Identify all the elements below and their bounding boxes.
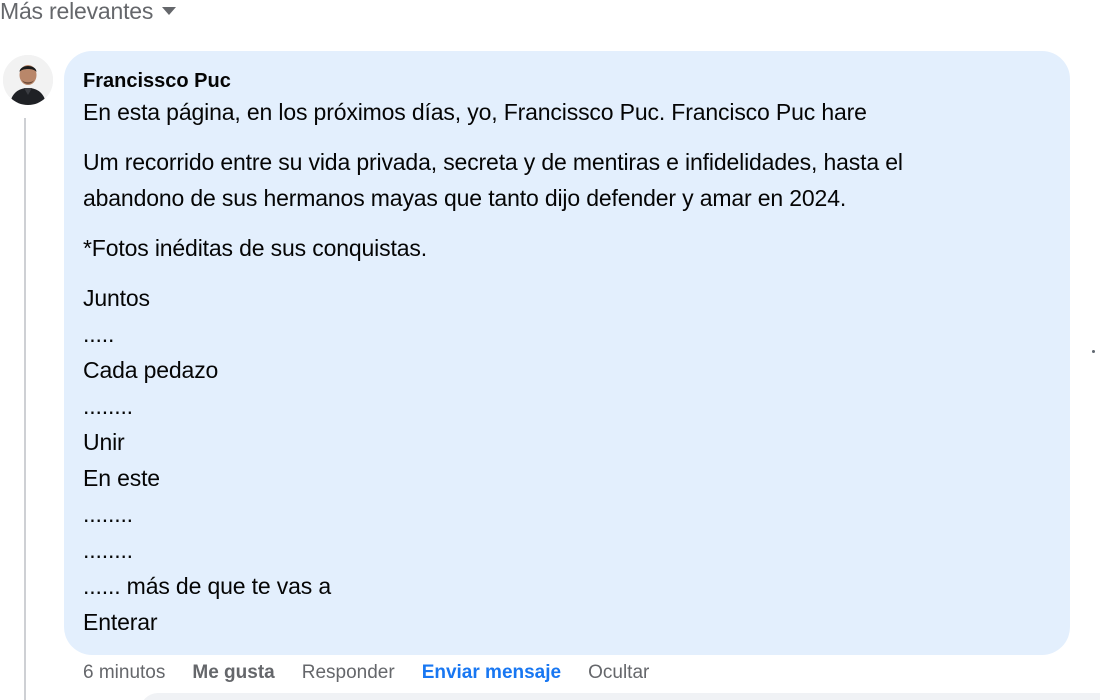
comment-line: ..... (83, 321, 115, 347)
comment-line: ........ (83, 393, 133, 419)
comment-line: abandono de sus hermanos mayas que tanto… (83, 185, 847, 211)
comment-line: En este (83, 465, 160, 491)
comment-paragraph: En esta página, en los próximos días, yo… (83, 94, 1050, 130)
thread-line (24, 118, 26, 700)
comment-line: En esta página, en los próximos días, yo… (83, 99, 867, 125)
avatar[interactable] (3, 55, 53, 105)
comment-line: Juntos (83, 285, 150, 311)
comment-timestamp[interactable]: 6 minutos (83, 662, 165, 684)
comment-line: ...... más de que te vas a (83, 573, 331, 599)
sort-label: Más relevantes (0, 0, 154, 24)
comment-paragraph: *Fotos inéditas de sus conquistas. (83, 230, 1050, 266)
comment-line: Cada pedazo (83, 357, 219, 383)
dot-marker (1092, 350, 1095, 353)
comment-body: En esta página, en los próximos días, yo… (83, 94, 1050, 640)
comment-paragraph: Juntos ..... Cada pedazo ........ Unir E… (83, 280, 1050, 640)
like-button[interactable]: Me gusta (192, 662, 274, 684)
send-message-button[interactable]: Enviar mensaje (422, 662, 561, 684)
comment-author[interactable]: Francissco Puc (83, 68, 231, 94)
hide-button[interactable]: Ocultar (588, 662, 649, 684)
caret-down-icon (161, 6, 177, 16)
comment-actions: 6 minutos Me gusta Responder Enviar mens… (83, 658, 649, 688)
sort-comments-dropdown[interactable]: Más relevantes (0, 0, 177, 28)
comment-line: Enterar (83, 609, 158, 635)
comment-line: ........ (83, 537, 133, 563)
comment-line: Um recorrido entre su vida privada, secr… (83, 149, 903, 175)
comment-paragraph: Um recorrido entre su vida privada, secr… (83, 144, 1050, 216)
comment-line: Unir (83, 429, 125, 455)
reply-button[interactable]: Responder (302, 662, 395, 684)
comment-bubble: Francissco Puc En esta página, en los pr… (64, 51, 1070, 655)
comment-line: ........ (83, 501, 133, 527)
comment-line: *Fotos inéditas de sus conquistas. (83, 235, 427, 261)
next-comment-box (140, 693, 1100, 700)
comments-section: Más relevantes Francissco Puc En esta pá… (0, 0, 1100, 700)
